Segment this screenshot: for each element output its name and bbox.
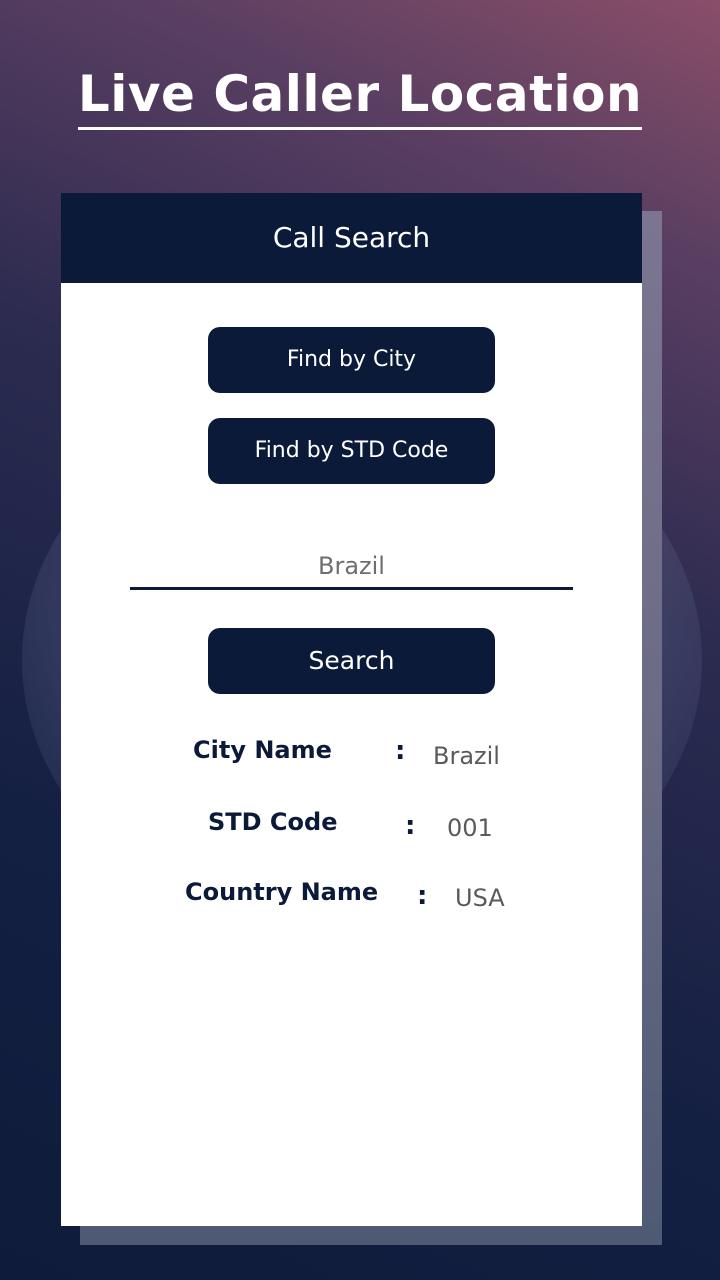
std-code-label: STD Code (208, 808, 338, 836)
card-header-title: Call Search (272, 221, 431, 254)
country-name-separator: : (417, 881, 428, 911)
find-by-std-code-button[interactable]: Find by STD Code (208, 418, 495, 484)
city-name-separator: : (395, 736, 406, 766)
search-button[interactable]: Search (208, 628, 495, 694)
std-code-value: 001 (447, 814, 493, 842)
page-title: Live Caller Location (0, 56, 720, 132)
country-name-value: USA (455, 884, 505, 912)
city-name-label: City Name (193, 736, 332, 764)
find-by-city-button[interactable]: Find by City (208, 327, 495, 393)
std-code-separator: : (405, 811, 416, 841)
search-input[interactable] (130, 545, 573, 590)
country-name-label: Country Name (185, 878, 379, 906)
card-header: Call Search (61, 193, 642, 283)
call-search-card: Call Search Find by City Find by STD Cod… (61, 193, 642, 1226)
city-name-value: Brazil (433, 742, 500, 770)
page-title-text: Live Caller Location (77, 61, 643, 130)
